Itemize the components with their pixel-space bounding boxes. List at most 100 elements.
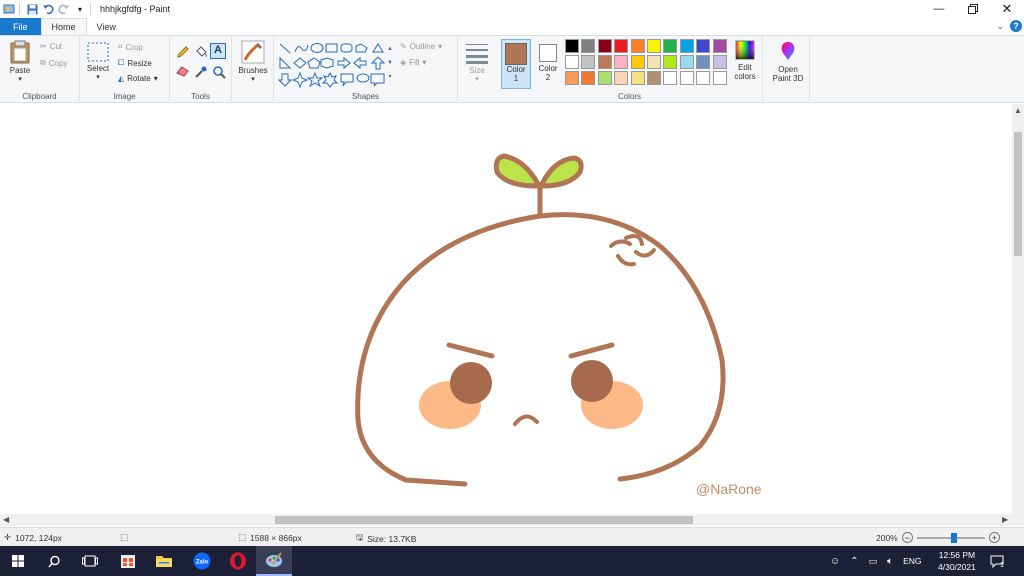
undo-icon[interactable] <box>41 2 55 16</box>
cursor-position-text: 1072, 124px <box>15 532 62 543</box>
help-icon[interactable]: ? <box>1010 20 1022 32</box>
palette-swatch[interactable] <box>614 55 629 69</box>
tab-file[interactable]: File <box>0 18 41 35</box>
vertical-scrollbar[interactable]: ▲ <box>1012 104 1024 514</box>
scroll-up-arrow-icon[interactable]: ▲ <box>1014 106 1022 115</box>
palette-swatch[interactable] <box>597 55 612 69</box>
size-button[interactable]: Size ▾ <box>462 42 492 83</box>
palette-swatch[interactable] <box>630 71 645 85</box>
palette-swatch[interactable] <box>581 55 596 69</box>
palette-swatch[interactable] <box>663 71 678 85</box>
fill-button[interactable]: ◈ Fill ▾ <box>400 58 426 67</box>
palette-swatch[interactable] <box>696 55 711 69</box>
taskbar-zalo[interactable]: Zalo <box>184 546 220 576</box>
horizontal-scrollbar[interactable]: ◀ ▶ <box>0 514 1024 526</box>
palette-swatch[interactable] <box>565 39 579 53</box>
palette-swatch[interactable] <box>647 71 661 85</box>
palette-swatch[interactable] <box>630 55 645 69</box>
palette-swatch[interactable] <box>679 71 694 85</box>
zoom-slider-thumb[interactable] <box>950 532 957 543</box>
brushes-button[interactable]: Brushes ▾ <box>235 40 271 83</box>
scroll-right-arrow-icon[interactable]: ▶ <box>1002 515 1008 524</box>
resize-button[interactable]: ⧠ Resize <box>118 58 152 68</box>
palette-swatch[interactable] <box>597 39 612 53</box>
dimensions-icon: ⬚ <box>238 532 247 542</box>
outline-button[interactable]: ✎ Outline ▾ <box>400 42 442 51</box>
text-tool-icon[interactable]: A <box>210 43 226 59</box>
magnifier-icon[interactable] <box>212 65 226 81</box>
palette-swatch[interactable] <box>630 39 645 53</box>
palette-swatch[interactable] <box>614 39 629 53</box>
palette-swatch[interactable] <box>581 71 596 85</box>
tab-home[interactable]: Home <box>40 18 87 35</box>
customize-dropdown-icon[interactable]: ▾ <box>73 2 87 16</box>
scroll-left-arrow-icon[interactable]: ◀ <box>3 515 9 524</box>
palette-swatch[interactable] <box>712 39 727 53</box>
taskbar-paint[interactable] <box>256 546 292 576</box>
taskbar-app-store[interactable] <box>110 546 146 576</box>
start-button[interactable] <box>0 546 36 576</box>
eraser-icon[interactable] <box>176 65 190 79</box>
color1-selector[interactable]: Color 1 <box>501 39 531 89</box>
battery-icon[interactable]: ▭ <box>869 556 878 567</box>
people-icon[interactable]: ☺ <box>830 556 840 567</box>
paint-app-icon[interactable] <box>2 2 16 16</box>
copy-button[interactable]: ⧉ Copy <box>40 58 67 68</box>
image-group-label: Image <box>113 92 136 101</box>
palette-swatch[interactable] <box>597 71 612 85</box>
crop-button[interactable]: ⌗ Crop <box>118 42 143 52</box>
palette-swatch[interactable] <box>647 39 661 53</box>
pencil-icon[interactable] <box>176 45 190 61</box>
volume-icon[interactable]: 🔈︎ <box>887 556 893 567</box>
edit-colors-button[interactable]: Edit colors <box>729 40 761 81</box>
palette-swatch[interactable] <box>647 55 661 69</box>
shapes-scroll[interactable]: ▲ ▼ ▾ <box>386 42 394 86</box>
color2-selector[interactable]: Color 2 <box>534 39 562 89</box>
save-icon[interactable] <box>25 2 39 16</box>
shapes-gallery[interactable] <box>277 42 390 89</box>
palette-swatch[interactable] <box>663 39 678 53</box>
palette-swatch[interactable] <box>679 55 694 69</box>
task-view-button[interactable] <box>72 546 108 576</box>
zoom-out-button[interactable]: − <box>901 532 913 543</box>
zoom-in-button[interactable]: + <box>988 532 1000 543</box>
drawing-canvas[interactable]: @NaRone <box>0 104 1014 514</box>
palette-swatch[interactable] <box>565 71 579 85</box>
redo-icon[interactable] <box>57 2 71 16</box>
show-hidden-icons-chevron-icon[interactable]: ⌃ <box>850 556 858 567</box>
edit-colors-label: Edit colors <box>734 63 756 81</box>
cut-button[interactable]: ✂ Cut <box>40 42 62 51</box>
zoom-slider[interactable] <box>916 532 985 543</box>
taskbar-file-explorer[interactable] <box>146 546 182 576</box>
palette-swatch[interactable] <box>679 39 694 53</box>
size-label: Size <box>469 66 485 75</box>
fill-bucket-icon[interactable] <box>194 45 208 61</box>
color-picker-icon[interactable] <box>194 65 208 81</box>
palette-swatch[interactable] <box>614 71 629 85</box>
taskbar-opera[interactable] <box>220 546 256 576</box>
clock[interactable]: 12:56 PM 4/30/2021 <box>938 546 976 576</box>
restore-button[interactable] <box>956 0 990 18</box>
rotate-button[interactable]: ◭ Rotate ▾ <box>118 74 158 83</box>
palette-swatch[interactable] <box>696 71 711 85</box>
horizontal-scroll-thumb[interactable] <box>275 516 693 524</box>
palette-swatch[interactable] <box>712 71 727 85</box>
file-size: 🖫 Size: 13.7KB <box>356 532 416 546</box>
paste-button[interactable]: Paste ▾ <box>4 40 36 83</box>
palette-swatch[interactable] <box>712 55 727 69</box>
minimize-button[interactable]: — <box>922 0 956 18</box>
palette-swatch[interactable] <box>581 39 596 53</box>
vertical-scroll-thumb[interactable] <box>1014 132 1022 256</box>
notifications-button[interactable]: 1 <box>990 546 1004 576</box>
palette-swatch[interactable] <box>696 39 711 53</box>
collapse-ribbon-icon[interactable]: ⌄ <box>996 21 1004 32</box>
clipboard-group: Paste ▾ ✂ Cut ⧉ Copy Clipboard <box>0 36 80 103</box>
search-button[interactable] <box>36 546 72 576</box>
palette-swatch[interactable] <box>663 55 678 69</box>
open-paint3d-button[interactable]: Open Paint 3D <box>768 40 808 83</box>
tab-view[interactable]: View <box>87 18 126 35</box>
select-button[interactable]: Select ▾ <box>84 42 112 81</box>
close-button[interactable]: ✕ <box>990 0 1024 18</box>
palette-swatch[interactable] <box>565 55 579 69</box>
language-indicator[interactable]: ENG <box>903 556 921 566</box>
